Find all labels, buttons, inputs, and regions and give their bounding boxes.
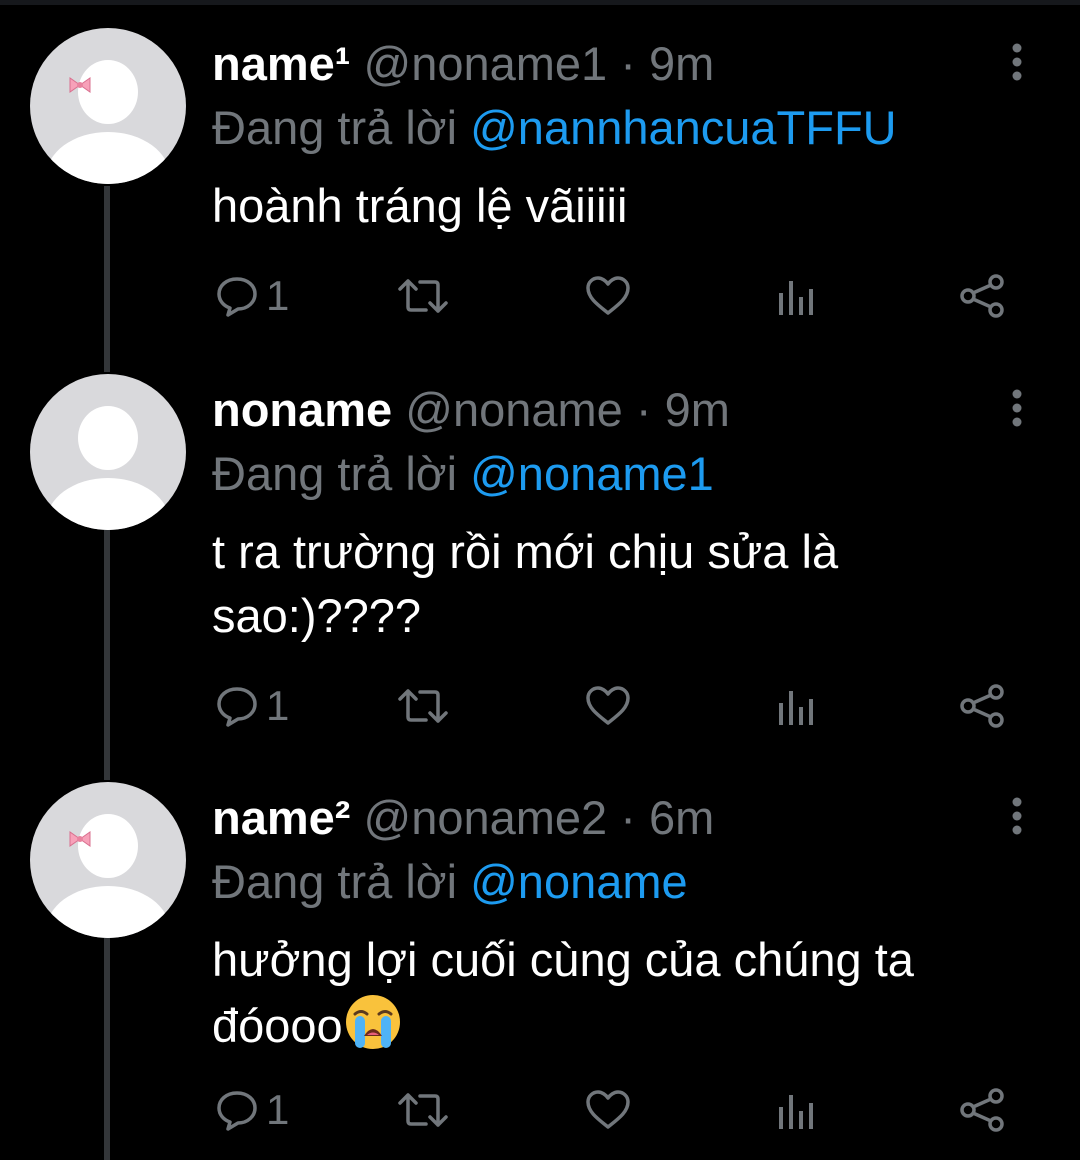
tweet-actions: 1: [0, 268, 1080, 324]
retweet-button[interactable]: [396, 678, 450, 734]
display-name[interactable]: noname: [212, 383, 392, 436]
retweet-button[interactable]: [396, 268, 450, 324]
analytics-icon: [779, 691, 813, 725]
more-icon[interactable]: [1006, 388, 1028, 438]
replying-to: Đang trả lời @noname: [212, 854, 688, 910]
retweet-icon: [398, 279, 448, 313]
timestamp[interactable]: 9m: [649, 37, 714, 90]
analytics-button[interactable]: [776, 678, 816, 734]
analytics-icon: [779, 281, 813, 315]
tweet-actions: 1: [0, 1082, 1080, 1138]
reply-count: 1: [266, 682, 290, 729]
tweet-text-container: hưởng lợi cuối cùng của chúng ta đóooo: [212, 928, 1052, 1058]
share-icon: [960, 1088, 1004, 1132]
replying-to-label: Đang trả lời: [212, 447, 458, 500]
retweet-button[interactable]: [396, 1082, 450, 1138]
timestamp[interactable]: 6m: [649, 791, 714, 844]
avatar-body-shape: [46, 132, 170, 184]
separator-dot: ·: [635, 383, 652, 436]
bow-icon: [69, 831, 91, 847]
replying-to-label: Đang trả lời: [212, 855, 458, 908]
display-name[interactable]: name¹: [212, 37, 350, 90]
reply-button[interactable]: 1: [214, 268, 289, 324]
user-handle[interactable]: @noname1: [364, 37, 608, 90]
like-icon: [586, 686, 630, 725]
replying-to-mention[interactable]: @noname1: [470, 447, 714, 500]
tweet-header: name¹ @noname1 · 9m: [212, 36, 714, 92]
avatar-head-shape: [78, 406, 138, 470]
analytics-button[interactable]: [776, 1082, 816, 1138]
like-icon: [586, 1090, 630, 1129]
tweet-2[interactable]: noname @noname · 9m Đang trả lời @noname…: [0, 374, 1080, 754]
bow-icon: [69, 77, 91, 93]
tweet-text: hoành tráng lệ vãiiiii: [212, 179, 628, 232]
like-button[interactable]: [584, 678, 632, 734]
display-name[interactable]: name²: [212, 791, 350, 844]
separator-dot: ·: [620, 791, 636, 844]
analytics-icon: [779, 1095, 813, 1129]
tweet-1[interactable]: name¹ @noname1 · 9m Đang trả lời @nannha…: [0, 28, 1080, 348]
replying-to: Đang trả lời @nannhancuaTFFU: [212, 100, 897, 156]
like-button[interactable]: [584, 268, 632, 324]
reply-button[interactable]: 1: [214, 1082, 289, 1138]
loudly-crying-face-emoji: [345, 995, 400, 1049]
tweet-3[interactable]: name² @noname2 · 6m Đang trả lời @noname…: [0, 782, 1080, 1152]
reply-icon: [217, 687, 257, 727]
separator-dot: ·: [620, 37, 636, 90]
reply-button[interactable]: 1: [214, 678, 289, 734]
reply-count: 1: [266, 1086, 290, 1133]
replying-to-label: Đang trả lời: [212, 101, 458, 154]
share-icon: [960, 684, 1004, 728]
tweet-text: t ra trường rồi mới chịu sửa là sao:)???…: [212, 525, 839, 642]
like-button[interactable]: [584, 1082, 632, 1138]
more-icon[interactable]: [1006, 42, 1028, 92]
like-icon: [586, 276, 630, 315]
tweet-header: noname @noname · 9m: [212, 382, 730, 438]
replying-to-mention[interactable]: @noname: [470, 855, 688, 908]
avatar[interactable]: [30, 28, 186, 184]
avatar[interactable]: [30, 374, 186, 530]
replying-to: Đang trả lời @noname1: [212, 446, 714, 502]
retweet-icon: [398, 689, 448, 723]
user-handle[interactable]: @noname2: [364, 791, 608, 844]
reply-icon: [217, 1091, 257, 1131]
tweet-header: name² @noname2 · 6m: [212, 790, 714, 846]
analytics-button[interactable]: [776, 268, 816, 324]
tweet-text: hưởng lợi cuối cùng của chúng ta đóooo: [212, 933, 914, 1052]
top-divider: [0, 0, 1080, 5]
share-button[interactable]: [958, 1082, 1008, 1138]
avatar-body-shape: [46, 886, 170, 938]
more-icon[interactable]: [1006, 796, 1028, 846]
avatar[interactable]: [30, 782, 186, 938]
share-icon: [960, 274, 1004, 318]
reply-icon: [217, 277, 257, 317]
timestamp[interactable]: 9m: [665, 383, 730, 436]
share-button[interactable]: [958, 268, 1008, 324]
retweet-icon: [398, 1093, 448, 1127]
tweet-actions: 1: [0, 678, 1080, 734]
user-handle[interactable]: @noname: [405, 383, 623, 436]
avatar-body-shape: [46, 478, 170, 530]
replying-to-mention[interactable]: @nannhancuaTFFU: [470, 101, 897, 154]
share-button[interactable]: [958, 678, 1008, 734]
reply-count: 1: [266, 272, 290, 319]
